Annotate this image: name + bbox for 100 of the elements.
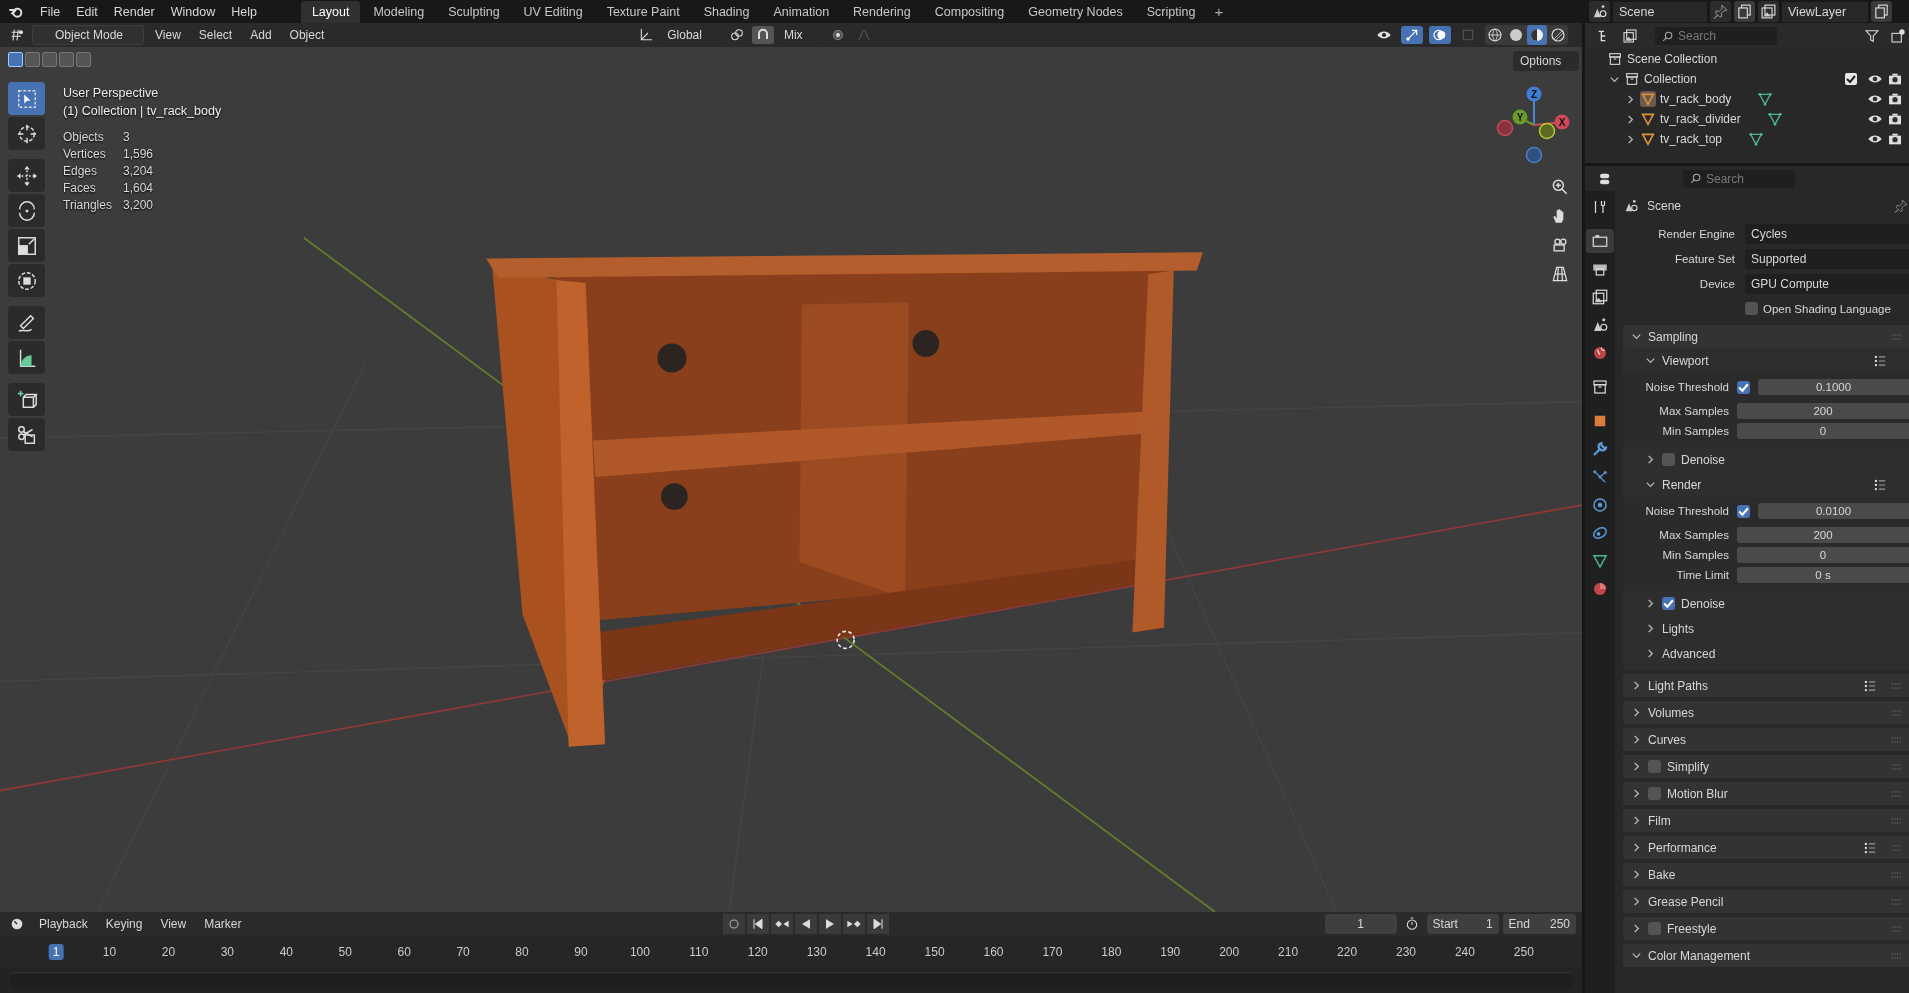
play-reverse-icon[interactable] (794, 914, 817, 934)
workspace-tab[interactable]: Layout (300, 0, 361, 23)
workspace-tab[interactable]: UV Editing (512, 0, 594, 23)
triangle-mesh-icon[interactable] (1766, 111, 1783, 127)
subpanel-header[interactable]: Render (1623, 472, 1909, 497)
drag-handle-icon[interactable] (1891, 762, 1903, 771)
panel-header[interactable]: Motion Blur (1623, 782, 1909, 805)
jump-end-icon[interactable] (866, 914, 889, 934)
add-workspace-button[interactable]: + (1208, 1, 1230, 22)
checkbox[interactable] (1648, 922, 1661, 935)
camera-icon[interactable] (1887, 71, 1903, 87)
drag-handle-icon[interactable] (1891, 332, 1903, 341)
drag-handle-icon[interactable] (1891, 708, 1903, 717)
workspace-tab[interactable]: Rendering (842, 0, 922, 23)
next-keyframe-icon[interactable] (842, 914, 865, 934)
checkbox[interactable] (1648, 787, 1661, 800)
camera-icon[interactable] (1887, 111, 1903, 127)
jump-start-icon[interactable] (746, 914, 769, 934)
play-icon[interactable] (818, 914, 841, 934)
scene-icon[interactable] (1589, 1, 1610, 22)
menu-item[interactable]: Object (282, 26, 332, 44)
number-field[interactable]: 200 (1737, 527, 1909, 543)
triangle-mesh-icon[interactable] (1757, 91, 1774, 107)
drag-handle-icon[interactable] (1891, 897, 1903, 906)
pin-icon[interactable] (1893, 198, 1909, 214)
panel-header[interactable]: Freestyle (1623, 917, 1909, 940)
panel-header[interactable]: Film (1623, 809, 1909, 832)
tree-item[interactable]: tv_rack_top (1660, 132, 1723, 146)
tool-button[interactable] (8, 306, 45, 339)
camera-icon[interactable] (1887, 131, 1903, 147)
number-field[interactable]: 200 (1737, 403, 1909, 419)
checkbox[interactable] (1648, 760, 1661, 773)
drag-handle-icon[interactable] (1891, 681, 1903, 690)
subpanel-header[interactable]: Lights (1623, 616, 1909, 641)
start-frame-field[interactable]: Start 1 (1426, 914, 1499, 934)
workspace-tab[interactable]: Scripting (1135, 0, 1207, 23)
material-shading-icon[interactable] (1527, 25, 1547, 45)
checkbox[interactable] (1737, 380, 1750, 394)
presets-icon[interactable] (1873, 353, 1887, 368)
panel-header[interactable]: Volumes (1623, 701, 1909, 724)
checkbox[interactable] (1662, 597, 1675, 610)
camera-back-icon[interactable] (1586, 229, 1614, 253)
view-layer-field[interactable]: ViewLayer (1782, 1, 1868, 22)
workspace-tab[interactable]: Sculpting (437, 0, 511, 23)
tool-button[interactable] (8, 194, 45, 227)
images-icon[interactable] (1758, 1, 1779, 22)
pin-icon[interactable] (1710, 1, 1731, 22)
workspace-tab[interactable]: Shading (692, 0, 761, 23)
dropdown[interactable]: Supported (1745, 248, 1909, 269)
tree-item[interactable]: tv_rack_divider (1660, 112, 1741, 126)
tool-button[interactable] (8, 341, 45, 374)
checkbox[interactable] (1845, 73, 1857, 85)
caret-icon[interactable] (1625, 133, 1636, 145)
workspace-tab[interactable]: Modeling (362, 0, 436, 23)
playhead[interactable]: 1 (48, 944, 64, 960)
wireframe-shading-icon[interactable] (1485, 25, 1505, 45)
panel-header[interactable]: Performance (1623, 836, 1909, 859)
panel-header[interactable]: Light Paths (1623, 674, 1909, 697)
panel-header[interactable]: Bake (1623, 863, 1909, 886)
search-field[interactable]: Search (1683, 169, 1795, 188)
drag-handle-icon[interactable] (1891, 924, 1903, 933)
menu-item[interactable]: Edit (68, 1, 106, 22)
drag-handle-icon[interactable] (1891, 789, 1903, 798)
checkbox[interactable] (1662, 453, 1675, 466)
tool-button[interactable] (8, 383, 45, 416)
drag-handle-icon[interactable] (1891, 816, 1903, 825)
tree-item[interactable]: tv_rack_body (1660, 92, 1732, 106)
search-field[interactable]: Search (1655, 27, 1777, 45)
drag-handle-icon[interactable] (1891, 843, 1903, 852)
menu-item[interactable]: Render (105, 1, 163, 22)
menu-item[interactable]: Window (162, 1, 224, 22)
workspace-tab[interactable]: Geometry Nodes (1017, 0, 1134, 23)
subpanel-header[interactable]: Denoise (1623, 447, 1909, 472)
panel-header[interactable]: Sampling (1623, 325, 1909, 348)
workspace-tab[interactable]: Texture Paint (595, 0, 691, 23)
tool-button[interactable] (8, 229, 45, 262)
checkbox[interactable] (1737, 504, 1750, 518)
end-frame-field[interactable]: End 250 (1502, 914, 1576, 934)
tree-item[interactable]: Collection (1644, 72, 1697, 86)
magnet-icon[interactable] (751, 26, 774, 44)
triangle-mesh-icon[interactable] (1748, 131, 1765, 147)
dropdown[interactable]: GPU Compute (1745, 273, 1909, 294)
number-field[interactable]: 0 (1737, 423, 1909, 439)
tool-button[interactable] (8, 117, 45, 150)
panel-header[interactable]: Grease Pencil (1623, 890, 1909, 913)
previous-keyframe-icon[interactable] (770, 914, 793, 934)
negative-axis-handle[interactable] (1525, 146, 1543, 164)
panel-header[interactable]: Color Management (1623, 944, 1909, 967)
rendered-shading-icon[interactable] (1548, 25, 1568, 45)
checkbox[interactable] (1745, 302, 1758, 315)
camera-icon[interactable] (1887, 91, 1903, 107)
tool-button[interactable] (8, 264, 45, 297)
caret-icon[interactable] (1625, 93, 1636, 105)
record-icon[interactable] (722, 914, 745, 934)
menu-item[interactable]: Select (191, 26, 240, 44)
subpanel-header[interactable]: Viewport (1623, 348, 1909, 373)
drag-handle-icon[interactable] (1891, 735, 1903, 744)
current-frame-field[interactable]: 1 (1324, 914, 1397, 934)
mode-dropdown[interactable]: Object Mode (32, 25, 145, 45)
panel-header[interactable]: Simplify (1623, 755, 1909, 778)
